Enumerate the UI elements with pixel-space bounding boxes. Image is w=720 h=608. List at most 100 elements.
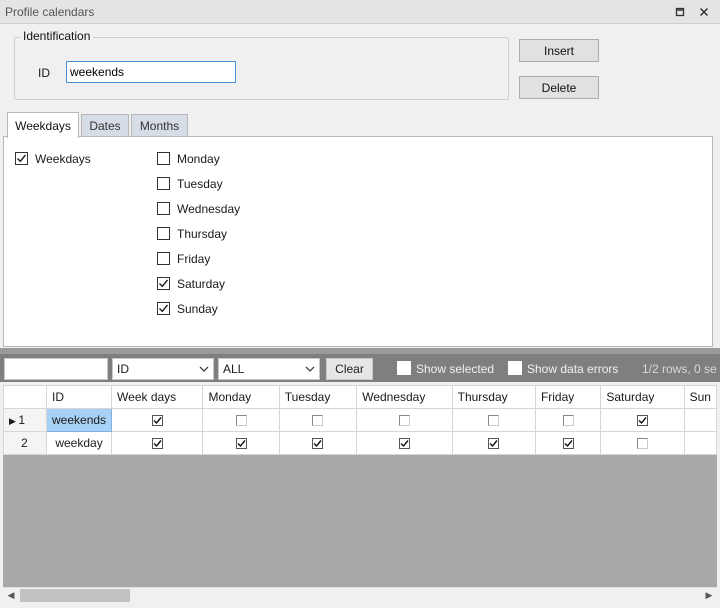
title-bar <box>0 0 720 24</box>
data-table: ID Week days Monday Tuesday Wednesday Th… <box>3 385 717 455</box>
unchecked-checkbox-icon[interactable] <box>312 415 324 427</box>
checkmark-icon <box>159 279 169 288</box>
cell-id[interactable]: weekday <box>45 431 113 455</box>
saturday-label: Saturday <box>177 277 226 291</box>
checked-checkbox-icon[interactable] <box>636 415 648 427</box>
thursday-label: Thursday <box>177 227 228 241</box>
tuesday-checkbox[interactable] <box>157 177 170 190</box>
unchecked-checkbox-icon[interactable] <box>488 415 500 427</box>
cell-wednesday[interactable] <box>356 408 453 432</box>
unchecked-checkbox-icon[interactable] <box>636 438 648 450</box>
friday-label: Friday <box>177 252 211 266</box>
checked-checkbox-icon[interactable] <box>151 415 163 427</box>
cell-saturday[interactable] <box>600 408 685 432</box>
checked-checkbox-icon[interactable] <box>488 438 500 450</box>
checked-checkbox-icon[interactable] <box>235 438 247 450</box>
sunday-label: Sunday <box>177 302 218 316</box>
filter-column-value: ID <box>117 362 129 376</box>
tab-weekdays[interactable]: Weekdays <box>7 112 79 138</box>
sunday-checkbox[interactable] <box>157 302 170 315</box>
chevron-down-icon <box>199 366 209 372</box>
table-header-row: ID Week days Monday Tuesday Wednesday Th… <box>3 385 717 409</box>
cell-friday[interactable] <box>534 408 602 432</box>
column-header-monday[interactable]: Monday <box>202 385 280 409</box>
filter-scope-select[interactable]: ALL <box>218 358 320 380</box>
column-header-sunday[interactable]: Sun <box>683 385 717 409</box>
cell-tuesday[interactable] <box>278 431 358 455</box>
scroll-right-icon[interactable]: ▶ <box>702 589 716 602</box>
filter-scope-value: ALL <box>223 362 245 376</box>
row-number: 1 <box>18 413 26 427</box>
filter-column-select[interactable]: ID <box>112 358 214 380</box>
chevron-down-icon <box>305 366 315 372</box>
show-data-errors-checkbox[interactable] <box>508 361 522 375</box>
restore-icon[interactable] <box>672 4 688 20</box>
window-title: Profile calendars <box>5 5 95 19</box>
tab-dates[interactable]: Dates <box>81 114 129 137</box>
unchecked-checkbox-icon[interactable] <box>562 415 574 427</box>
saturday-checkbox[interactable] <box>157 277 170 290</box>
monday-label: Monday <box>177 152 220 166</box>
weekdays-checkbox-label: Weekdays <box>35 152 91 166</box>
scroll-left-icon[interactable]: ◀ <box>4 589 18 602</box>
column-header-wednesday[interactable]: Wednesday <box>356 385 453 409</box>
close-icon[interactable] <box>696 4 712 20</box>
cell-tuesday[interactable] <box>278 408 358 432</box>
column-header-week-days[interactable]: Week days <box>111 385 204 409</box>
monday-checkbox[interactable] <box>157 152 170 165</box>
column-header-friday[interactable]: Friday <box>534 385 602 409</box>
checkmark-icon <box>17 154 27 163</box>
column-header-saturday[interactable]: Saturday <box>600 385 685 409</box>
cell-monday[interactable] <box>202 431 280 455</box>
clear-button[interactable]: Clear <box>326 358 373 380</box>
unchecked-checkbox-icon[interactable] <box>235 415 247 427</box>
filter-text-input[interactable] <box>4 358 108 380</box>
tuesday-label: Tuesday <box>177 177 223 191</box>
calendar-grid: ID Week days Monday Tuesday Wednesday Th… <box>3 385 717 587</box>
cell-thursday[interactable] <box>451 431 536 455</box>
identification-legend: Identification <box>20 29 94 43</box>
cell-thursday[interactable] <box>451 408 536 432</box>
row-header[interactable]: 2 <box>3 431 47 455</box>
cell-sunday[interactable] <box>683 408 717 432</box>
cell-saturday[interactable] <box>600 431 685 455</box>
tab-months[interactable]: Months <box>131 114 188 137</box>
show-data-errors-label: Show data errors <box>527 362 619 376</box>
id-label: ID <box>38 66 50 80</box>
checked-checkbox-icon[interactable] <box>562 438 574 450</box>
scrollbar-thumb[interactable] <box>20 589 130 602</box>
friday-checkbox[interactable] <box>157 252 170 265</box>
current-row-indicator-icon: ▶ <box>9 416 19 426</box>
checked-checkbox-icon[interactable] <box>398 438 410 450</box>
table-row[interactable]: ▶ 1 weekends <box>3 408 717 432</box>
row-header[interactable]: ▶ 1 <box>3 408 47 432</box>
cell-id[interactable]: weekends <box>45 408 113 432</box>
wednesday-label: Wednesday <box>177 202 241 216</box>
wednesday-checkbox[interactable] <box>157 202 170 215</box>
column-header-thursday[interactable]: Thursday <box>451 385 536 409</box>
checked-checkbox-icon[interactable] <box>151 438 163 450</box>
table-row[interactable]: 2 weekday <box>3 431 717 455</box>
show-selected-label: Show selected <box>416 362 495 376</box>
row-number: 2 <box>21 436 28 450</box>
weekdays-tab-panel <box>3 136 713 347</box>
rows-info: 1/2 rows, 0 se <box>642 362 717 376</box>
checked-checkbox-icon[interactable] <box>312 438 324 450</box>
column-header-tuesday[interactable]: Tuesday <box>278 385 358 409</box>
row-number-header <box>3 385 47 409</box>
id-input[interactable] <box>66 61 236 83</box>
column-header-id[interactable]: ID <box>45 385 113 409</box>
cell-wednesday[interactable] <box>356 431 453 455</box>
delete-button[interactable]: Delete <box>519 76 599 99</box>
cell-monday[interactable] <box>202 408 280 432</box>
cell-friday[interactable] <box>534 431 602 455</box>
thursday-checkbox[interactable] <box>157 227 170 240</box>
checkmark-icon <box>159 304 169 313</box>
cell-week-days[interactable] <box>111 408 204 432</box>
show-selected-checkbox[interactable] <box>397 361 411 375</box>
weekdays-checkbox[interactable] <box>15 152 28 165</box>
insert-button[interactable]: Insert <box>519 39 599 62</box>
unchecked-checkbox-icon[interactable] <box>398 415 410 427</box>
cell-week-days[interactable] <box>111 431 204 455</box>
cell-sunday[interactable] <box>683 431 717 455</box>
